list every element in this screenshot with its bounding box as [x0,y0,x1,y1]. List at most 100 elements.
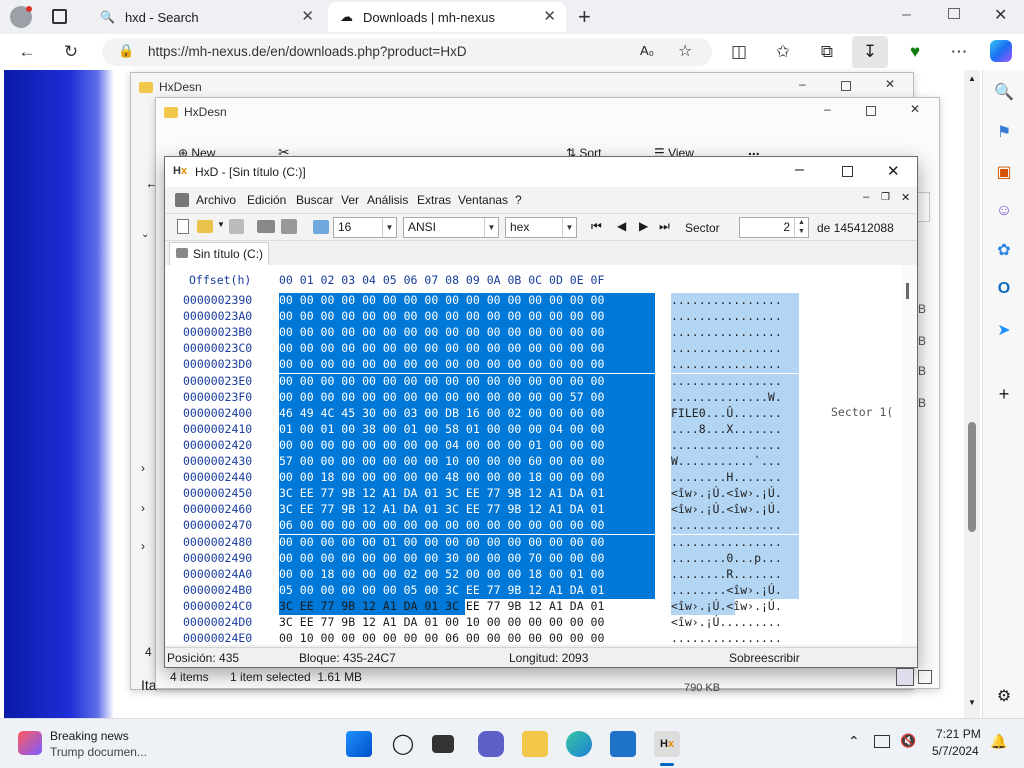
row-text[interactable]: <îw›.¡Ú.<îw›.¡Ú. [671,502,782,516]
scroll-thumb[interactable] [968,422,976,532]
next-sector-icon[interactable]: ▶ [639,219,648,233]
hex-row[interactable]: 0000002430 57 00 00 00 00 00 00 00 10 00 … [165,454,917,470]
close-icon[interactable]: ✕ [887,162,900,180]
sector-number-field[interactable]: 2 ▲ ▼ [739,217,809,238]
row-hex-bytes[interactable]: 00 00 00 00 00 00 00 00 00 00 00 00 00 0… [279,357,604,371]
hex-row[interactable]: 00000024D0 3C EE 77 9B 12 A1 DA 01 00 10 … [165,615,917,631]
hex-row[interactable]: 00000024A0 00 00 18 00 00 00 02 00 52 00 … [165,566,917,583]
hex-row[interactable]: 00000023C0 00 00 00 00 00 00 00 00 00 00 … [165,341,917,358]
row-text[interactable]: ................ [671,535,782,549]
new-tab-button[interactable]: + [578,4,591,30]
hex-row[interactable]: 0000002390 00 00 00 00 00 00 00 00 00 00 … [165,293,917,309]
row-text[interactable]: W...........`... [671,454,782,468]
maximize-icon[interactable] [866,106,876,116]
downloads-button[interactable]: ↧ [852,36,888,68]
scroll-thumb[interactable] [906,283,909,299]
menu-ventanas[interactable]: Ventanas [458,193,508,207]
row-text[interactable]: ................ [671,357,782,371]
spin-arrows-icon[interactable]: ▲ ▼ [794,218,808,237]
news-widget[interactable]: Breaking news Trump documen... [16,727,176,761]
row-hex-bytes[interactable]: 01 00 01 00 38 00 01 00 58 01 00 00 00 0… [279,422,604,436]
tab-downloads-mh-nexus[interactable]: ☁ Downloads | mh-nexus ✕ [328,2,566,32]
prev-sector-icon[interactable]: ◀ [617,219,626,233]
clock-date[interactable]: 5/7/2024 [932,744,979,758]
menu-edicion[interactable]: Edición [247,193,286,207]
windows-start-icon[interactable] [346,731,372,757]
outlook-icon[interactable]: O [993,280,1015,302]
more-options-icon[interactable]: ⋯ [948,42,970,62]
tiles-view-icon[interactable] [918,670,932,684]
row-text[interactable]: ................ [671,438,782,452]
row-text[interactable]: ................ [671,631,782,645]
bytes-per-row-select[interactable]: 16 ▼ [333,217,397,238]
minimize-icon[interactable]: – [799,77,806,91]
row-text[interactable]: <îw›.¡Ú.<îw›.¡Ú. [671,599,782,613]
scroll-down-icon[interactable]: ▼ [968,698,976,707]
row-text[interactable]: ........0...p... [671,551,782,565]
chat-icon[interactable] [478,731,504,757]
open-folder-icon[interactable] [197,220,213,233]
hex-row[interactable]: 0000002420 00 00 00 00 00 00 00 00 04 00 … [165,437,917,454]
menu-extras[interactable]: Extras [417,193,451,207]
open-ram-icon[interactable] [281,219,297,234]
hex-scrollbar[interactable] [901,265,917,645]
notification-bell-icon[interactable]: 🔔 [990,733,1007,750]
doc-close-icon[interactable]: ✕ [901,191,910,204]
hex-row[interactable]: 00000023D0 00 00 00 00 00 00 00 00 00 00 … [165,357,917,374]
hex-row[interactable]: 0000002450 3C EE 77 9B 12 A1 DA 01 3C EE … [165,486,917,503]
display-icon[interactable] [874,735,890,748]
save-icon[interactable] [229,219,244,234]
hex-row[interactable]: 00000024C0 3C EE 77 9B 12 A1 DA 01 3C EE … [165,598,917,615]
row-hex-bytes[interactable]: 46 49 4C 45 30 00 03 00 DB 16 00 02 00 0… [279,406,604,420]
menu-buscar[interactable]: Buscar [296,193,333,207]
chevron-right-icon[interactable]: › [141,501,145,515]
copilot-sidebar-icon[interactable]: ✿ [993,240,1015,262]
maximize-icon[interactable] [841,81,851,91]
people-icon[interactable]: ☺ [993,202,1015,224]
hex-row[interactable]: 0000002440 00 00 18 00 00 00 00 00 48 00 … [165,470,917,487]
split-screen-icon[interactable]: ◫ [728,42,750,62]
performance-icon[interactable]: ♥ [904,42,926,62]
row-text[interactable]: ................ [671,518,782,532]
page-scrollbar[interactable]: ▲ ▼ [964,70,980,718]
minimize-icon[interactable]: – [795,161,804,179]
row-hex-bytes[interactable]: 3C EE 77 9B 12 A1 DA 01 3C EE 77 9B 12 A… [279,486,604,500]
favorites-icon[interactable]: ✩ [772,42,794,62]
row-hex-bytes[interactable]: 3C EE 77 9B 12 A1 DA 01 00 10 00 00 00 0… [279,615,604,629]
hex-row[interactable]: 0000002470 06 00 00 00 00 00 00 00 00 00 … [165,518,917,535]
chevron-right-icon[interactable]: › [141,539,145,553]
minimize-icon[interactable]: – [902,6,911,24]
row-hex-bytes[interactable]: 57 00 00 00 00 00 00 00 10 00 00 00 60 0… [279,454,604,468]
row-hex-bytes[interactable]: 00 00 00 00 00 00 00 00 00 00 00 00 00 0… [279,390,604,404]
row-hex-bytes[interactable]: 00 10 00 00 00 00 00 00 06 00 00 00 00 0… [279,631,604,645]
hex-row[interactable]: 00000023A0 00 00 00 00 00 00 00 00 00 00 … [165,309,917,326]
close-icon[interactable]: ✕ [543,7,556,25]
doc-restore-icon[interactable]: ❐ [881,192,890,203]
row-hex-bytes[interactable]: 05 00 00 00 00 00 05 00 3C EE 77 9B 12 A… [279,583,604,597]
row-text[interactable]: <îw›.¡Ú......... [671,615,782,629]
row-text[interactable]: ................ [671,293,782,307]
menu-help[interactable]: ? [515,193,522,207]
row-text[interactable]: ................ [671,374,782,388]
send-icon[interactable]: ➤ [993,320,1015,342]
tools-icon[interactable]: ▣ [993,162,1015,184]
collections-icon[interactable]: ⧉ [816,42,838,62]
row-hex-bytes[interactable]: 00 00 00 00 00 00 00 00 00 00 00 00 00 0… [279,341,604,355]
edge-browser-icon[interactable] [566,731,592,757]
row-text[interactable]: ................ [671,325,782,339]
hex-row[interactable]: 00000023E0 00 00 00 00 00 00 00 00 00 00 … [165,373,917,390]
url-field[interactable]: 🔒 https://mh-nexus.de/en/downloads.php?p… [102,38,712,66]
hxd-taskbar-icon[interactable]: Hx [654,731,680,757]
row-hex-bytes[interactable]: 00 00 00 00 00 00 00 00 00 00 00 00 00 0… [279,293,604,307]
row-text[interactable]: FILE0...Û....... [671,406,782,420]
minimize-icon[interactable]: – [824,102,831,116]
close-window-icon[interactable]: ✕ [994,5,1007,25]
settings-gear-icon[interactable]: ⚙ [993,686,1015,708]
search-icon[interactable]: 🔍 [993,82,1015,104]
charset-select[interactable]: ANSI ▼ [403,217,499,238]
first-sector-icon[interactable]: ⏮ [591,219,602,234]
back-arrow-icon[interactable]: ← [16,42,38,62]
row-text[interactable]: ....8...X....... [671,422,782,436]
tab-actions-icon[interactable] [52,9,67,24]
row-hex-bytes[interactable]: 3C EE 77 9B 12 A1 DA 01 3C EE 77 9B 12 A… [279,599,604,613]
